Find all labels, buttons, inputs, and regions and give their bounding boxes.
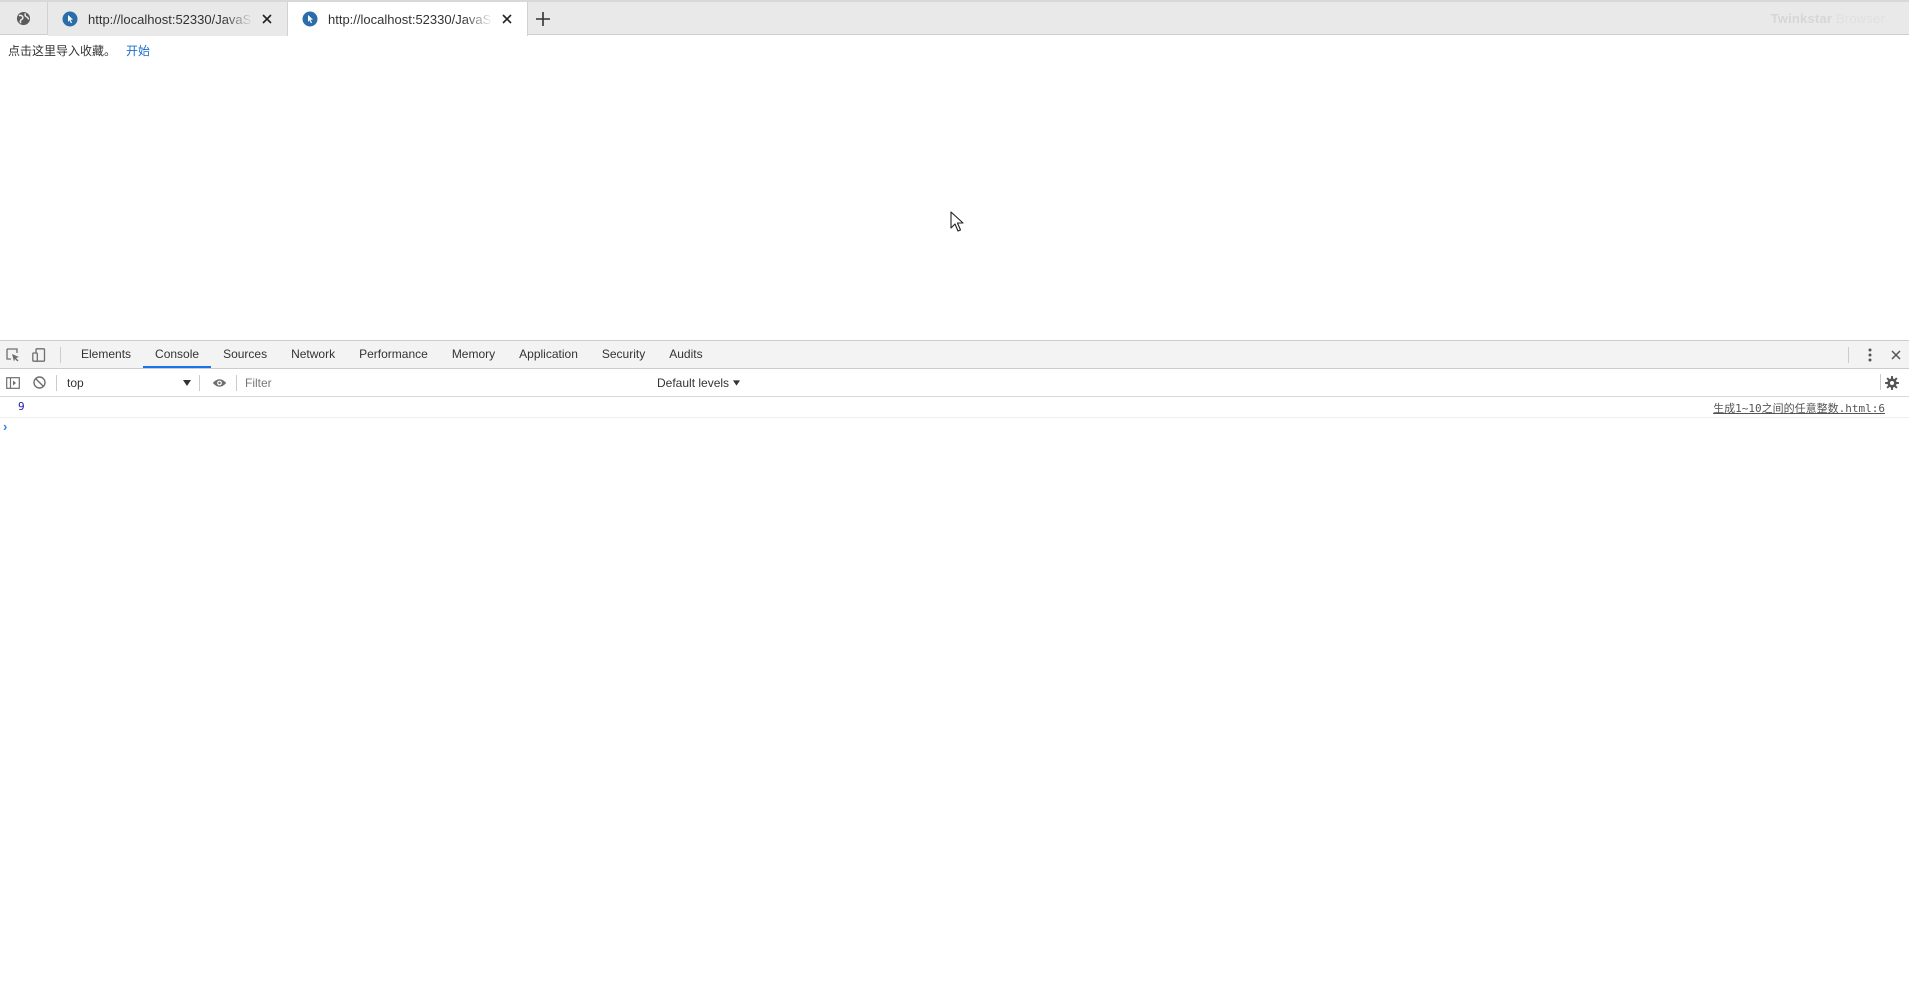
dropdown-triangle-icon xyxy=(733,379,741,386)
devtools-tab-application[interactable]: Application xyxy=(507,341,590,368)
bookmark-bar: 点击这里导入收藏。 开始 xyxy=(0,35,1909,65)
browser-brand: Twinkstar Browser xyxy=(1771,11,1885,26)
console-source-link[interactable]: 生成1~10之间的任意整数.html:6 xyxy=(1713,400,1885,416)
new-tab-button[interactable] xyxy=(530,6,556,32)
prompt-chevron-icon: › xyxy=(3,419,8,434)
close-icon xyxy=(1891,349,1901,360)
clear-console-button[interactable] xyxy=(26,370,52,396)
console-prompt[interactable]: › xyxy=(0,418,1909,438)
devtools-right-controls xyxy=(1840,341,1909,368)
device-mode-icon xyxy=(32,347,46,362)
toolbar-divider xyxy=(199,374,200,391)
devtools-tab-performance[interactable]: Performance xyxy=(347,341,440,368)
toolbar-divider xyxy=(1848,346,1849,363)
toolbar-divider xyxy=(236,374,237,391)
device-toolbar-button[interactable] xyxy=(26,342,52,368)
console-settings-button[interactable] xyxy=(1879,370,1905,396)
devtools-main-toolbar: Elements Console Sources Network Perform… xyxy=(0,341,1909,369)
sidebar-toggle-icon xyxy=(6,376,20,389)
import-start-link[interactable]: 开始 xyxy=(126,42,150,59)
toolbar-divider xyxy=(60,346,61,363)
dropdown-triangle-icon xyxy=(183,379,191,386)
inspect-element-icon xyxy=(6,347,19,361)
context-value: top xyxy=(67,375,84,390)
devtools-tab-network[interactable]: Network xyxy=(279,341,347,368)
tab-close-icon[interactable] xyxy=(499,11,515,27)
plus-icon xyxy=(536,12,550,26)
home-button[interactable] xyxy=(0,2,48,35)
console-log-value: 9 xyxy=(18,400,25,413)
show-console-sidebar-button[interactable] xyxy=(0,370,26,396)
devtools-tab-elements[interactable]: Elements xyxy=(69,341,143,368)
eye-icon xyxy=(212,378,226,387)
tab-title: http://localhost:52330/JavaScript xyxy=(88,11,253,27)
devtools-tab-memory[interactable]: Memory xyxy=(440,341,507,368)
log-levels-value: Default levels xyxy=(657,375,730,390)
import-bookmarks-prompt: 点击这里导入收藏。 xyxy=(8,43,117,58)
console-filter-input[interactable] xyxy=(239,372,653,393)
console-toolbar: top Default levels xyxy=(0,369,1909,397)
browser-tab-1[interactable]: http://localhost:52330/JavaScript xyxy=(48,2,288,36)
close-devtools-button[interactable] xyxy=(1883,342,1909,368)
brand-name: Twinkstar xyxy=(1770,11,1833,26)
site-favicon-icon xyxy=(302,11,318,27)
live-expression-button[interactable] xyxy=(206,370,232,396)
gear-icon xyxy=(1885,376,1899,390)
browser-tab-2-active[interactable]: http://localhost:52330/JavaScript xyxy=(288,2,528,36)
log-levels-dropdown[interactable]: Default levels xyxy=(657,375,741,390)
console-message-row: 9 生成1~10之间的任意整数.html:6 xyxy=(0,397,1909,418)
devtools-tab-sources[interactable]: Sources xyxy=(211,341,279,368)
devtools-menu-button[interactable] xyxy=(1857,342,1883,368)
brand-suffix: Browser xyxy=(1835,11,1885,26)
tab-title: http://localhost:52330/JavaScript xyxy=(328,11,493,27)
devtools-tab-audits[interactable]: Audits xyxy=(657,341,714,368)
devtools-tab-console[interactable]: Console xyxy=(143,341,212,368)
devtools-panel: Elements Console Sources Network Perform… xyxy=(0,340,1909,986)
mouse-pointer-icon xyxy=(950,211,964,232)
inspect-element-button[interactable] xyxy=(0,342,26,368)
tab-close-icon[interactable] xyxy=(259,11,275,27)
site-favicon-icon xyxy=(62,11,78,27)
browser-tabstrip: http://localhost:52330/JavaScript http:/… xyxy=(0,0,1909,36)
execution-context-select[interactable]: top xyxy=(59,373,195,393)
toolbar-divider xyxy=(56,374,57,391)
devtools-tab-security[interactable]: Security xyxy=(590,341,657,368)
more-vertical-icon xyxy=(1868,348,1872,361)
globe-icon xyxy=(16,11,31,26)
clear-block-icon xyxy=(32,376,46,389)
